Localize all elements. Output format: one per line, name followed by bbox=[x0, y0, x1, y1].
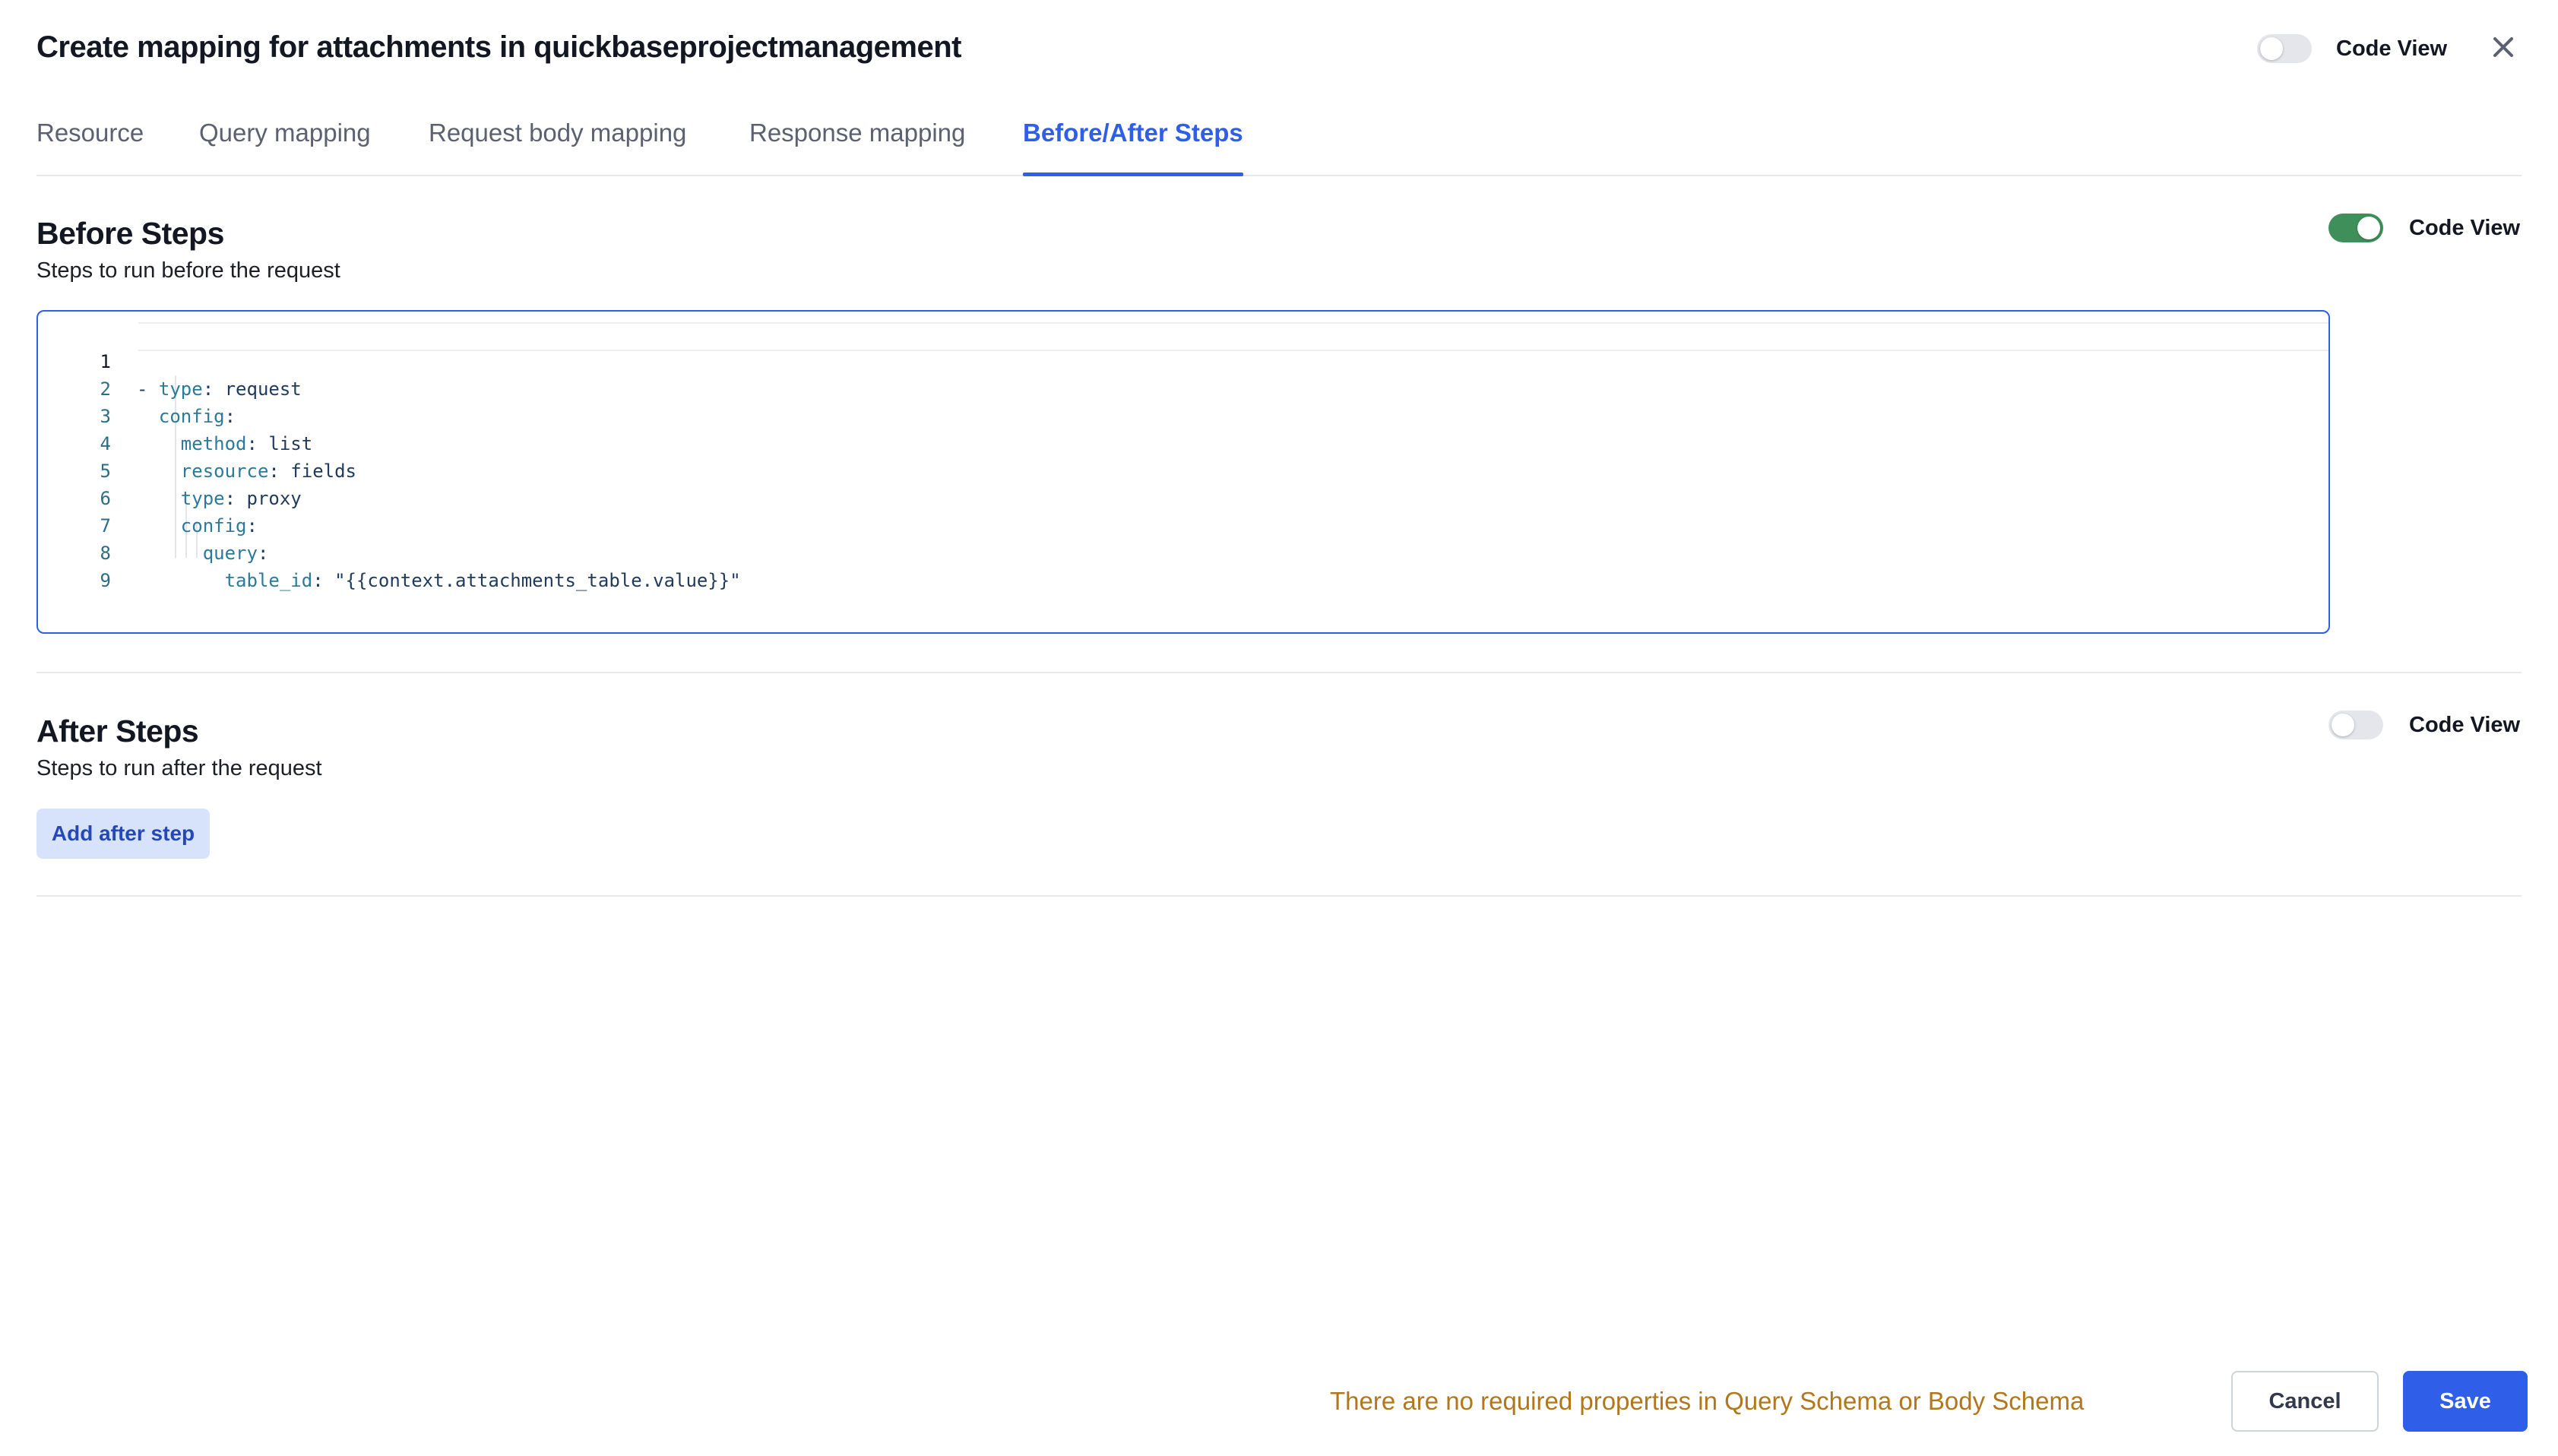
before-steps-code-editor[interactable]: 1 - type: request 2 config: 3 method: li… bbox=[36, 310, 2330, 634]
add-after-step-button[interactable]: Add after step bbox=[36, 809, 210, 859]
section-divider bbox=[36, 895, 2522, 897]
cancel-button[interactable]: Cancel bbox=[2231, 1371, 2379, 1432]
tab-resource[interactable]: Resource bbox=[36, 112, 144, 175]
after-steps-code-view-label: Code View bbox=[2409, 713, 2521, 737]
code-line: 4 resource: fields bbox=[38, 403, 2328, 482]
before-steps-subtitle: Steps to run before the request bbox=[36, 258, 340, 283]
toggle-knob bbox=[2332, 714, 2354, 736]
toggle-knob bbox=[2260, 37, 2283, 60]
schema-warning: There are no required properties in Quer… bbox=[1330, 1387, 2085, 1415]
code-text: table_id: "{{context.attachments_table.v… bbox=[224, 570, 741, 591]
code-line: 3 method: list bbox=[38, 375, 2328, 454]
code-line: 9 bbox=[38, 540, 2328, 591]
code-line: 7 query: bbox=[38, 485, 2328, 564]
tab-request-body-mapping[interactable]: Request body mapping bbox=[429, 112, 686, 175]
close-icon[interactable] bbox=[2488, 32, 2518, 62]
after-steps-title: After Steps bbox=[36, 714, 199, 749]
header-code-view-toggle[interactable] bbox=[2257, 34, 2312, 63]
header-code-view-label: Code View bbox=[2336, 36, 2448, 61]
toggle-knob bbox=[2357, 217, 2380, 239]
tab-bar: Resource Query mapping Request body mapp… bbox=[36, 112, 2522, 176]
line-number: 9 bbox=[100, 570, 111, 591]
before-steps-title: Before Steps bbox=[36, 216, 224, 251]
tab-before-after-steps[interactable]: Before/After Steps bbox=[1023, 112, 1243, 176]
code-line: 1 - type: request bbox=[38, 321, 2328, 400]
tab-query-mapping[interactable]: Query mapping bbox=[199, 112, 371, 175]
section-divider bbox=[36, 672, 2522, 673]
after-steps-subtitle: Steps to run after the request bbox=[36, 756, 322, 780]
tab-response-mapping[interactable]: Response mapping bbox=[749, 112, 965, 175]
after-steps-code-view-toggle[interactable] bbox=[2328, 711, 2383, 739]
code-line: 6 config: bbox=[38, 457, 2328, 537]
save-button[interactable]: Save bbox=[2403, 1371, 2528, 1432]
before-steps-code-view-toggle[interactable] bbox=[2328, 214, 2383, 242]
dialog-title: Create mapping for attachments in quickb… bbox=[36, 30, 961, 64]
code-line: 8 table_id: "{{context.attachments_table… bbox=[38, 512, 2328, 591]
before-steps-code-view-label: Code View bbox=[2409, 216, 2521, 240]
code-line: 2 config: bbox=[38, 348, 2328, 427]
code-line: 5 type: proxy bbox=[38, 430, 2328, 509]
